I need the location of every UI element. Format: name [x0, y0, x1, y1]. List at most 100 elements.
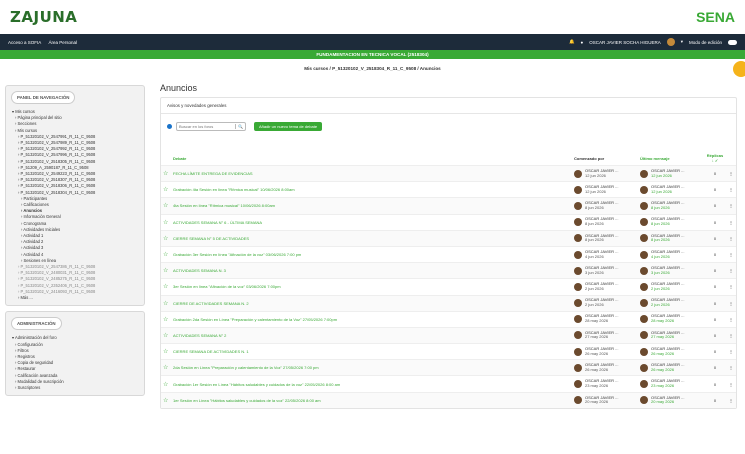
discussion-row[interactable]: ☆ CIERRE SEMANA N° 5 DE ACTIVIDADES OSCAR …: [161, 229, 736, 247]
last-post-date[interactable]: 4 jun 2026: [651, 254, 670, 259]
last-post-date[interactable]: 12 jun 2026: [651, 173, 672, 178]
avatar[interactable]: [640, 331, 648, 340]
discussion-title-text[interactable]: 1er Sesión en Línea "Hábitos saludables …: [173, 398, 321, 403]
discussion-row[interactable]: ☆ 2da Sesión en Línea "Preparación y cale…: [161, 359, 736, 376]
kebab-menu-icon[interactable]: ⋮: [726, 391, 736, 409]
last-post-date[interactable]: 8 jun 2026: [651, 221, 670, 226]
discussion-row[interactable]: ☆ Grabación 1er Sesión en Línea "Hábitos …: [161, 375, 736, 393]
nav-link-sofia[interactable]: Acceso a SOFIA: [8, 40, 41, 45]
nav-link-area-personal[interactable]: Área Personal: [49, 40, 78, 45]
discussion-row[interactable]: ☆ Grabación 2da Sesión en Línea "Preparac…: [161, 310, 736, 328]
kebab-menu-icon[interactable]: ⋮: [726, 262, 736, 279]
nav-tree-item[interactable]: › Más ...: [12, 295, 138, 301]
last-post-date[interactable]: 3 jun 2026: [651, 270, 670, 275]
discussion-row[interactable]: ☆ 3er Sesión en línea "Afinación de la vo…: [161, 278, 736, 295]
kebab-menu-icon[interactable]: ⋮: [726, 326, 736, 344]
avatar[interactable]: [574, 250, 582, 259]
avatar[interactable]: [640, 299, 648, 308]
discussion-title-text[interactable]: ACTIVIDADES SEMANA N° 2: [173, 333, 226, 338]
admin-menu-item[interactable]: › Suscriptores: [12, 385, 138, 391]
discussion-title-text[interactable]: CIERRE SEMANA DE ACTIVIDADES N. 1: [173, 349, 249, 354]
discussion-row[interactable]: ☆ CIERRE DE ACTIVIDADES SEMANA N. 2 OSCAR …: [161, 294, 736, 312]
kebab-menu-icon[interactable]: ⋮: [726, 181, 736, 198]
discussion-title-text[interactable]: 4ta Sesión en línea "Rítmica musical" 10…: [173, 203, 275, 208]
avatar[interactable]: [574, 347, 582, 356]
discussion-row[interactable]: ☆ FECHA LÍMITE ENTREGA DE EVIDENCIAS OSCAR…: [161, 164, 736, 182]
discussion-row[interactable]: ☆ Grabación 3er Sesión en línea "Afinació…: [161, 245, 736, 263]
discussion-row[interactable]: ☆ ACTIVIDADES SEMANA N. 3 OSCAR JAVIER ...…: [161, 262, 736, 279]
star-icon[interactable]: ☆: [161, 245, 171, 263]
search-input[interactable]: Buscar en los foros 🔍: [176, 122, 246, 131]
avatar[interactable]: [640, 363, 648, 372]
kebab-menu-icon[interactable]: ⋮: [726, 359, 736, 376]
avatar[interactable]: [574, 396, 582, 405]
add-discussion-button[interactable]: Añadir un nuevo tema de debate: [254, 122, 323, 131]
last-post-date[interactable]: 8 jun 2026: [651, 237, 670, 242]
search-icon[interactable]: 🔍: [235, 124, 243, 129]
star-icon[interactable]: ☆: [161, 294, 171, 312]
discussion-title-text[interactable]: 2da Sesión en Línea "Preparación y calen…: [173, 365, 319, 370]
star-icon[interactable]: ☆: [161, 326, 171, 344]
discussion-title-text[interactable]: ACTIVIDADES SEMANA N° 6 - ÚLTIMA SEMANA: [173, 220, 262, 225]
last-post-date[interactable]: 23 may 2026: [651, 383, 674, 388]
discussion-title[interactable]: Grabación 4ta Sesión en línea "Rítmica m…: [171, 181, 572, 198]
bell-icon[interactable]: 🔔: [569, 39, 575, 45]
avatar[interactable]: [574, 282, 582, 291]
edit-mode-toggle[interactable]: [728, 39, 737, 45]
discussion-title[interactable]: CIERRE SEMANA DE ACTIVIDADES N. 1: [171, 343, 572, 360]
star-icon[interactable]: ☆: [161, 391, 171, 409]
chat-icon[interactable]: ●: [581, 40, 584, 45]
discussion-title[interactable]: 2da Sesión en Línea "Preparación y calen…: [171, 359, 572, 376]
star-icon[interactable]: ☆: [161, 197, 171, 215]
kebab-menu-icon[interactable]: ⋮: [726, 310, 736, 328]
discussion-title-text[interactable]: 3er Sesión en línea "Afinación de la voz…: [173, 284, 281, 289]
kebab-menu-icon[interactable]: ⋮: [726, 278, 736, 295]
star-icon[interactable]: ☆: [161, 229, 171, 247]
star-icon[interactable]: ☆: [161, 164, 171, 182]
discussion-title[interactable]: Grabación 1er Sesión en Línea "Hábitos s…: [171, 375, 572, 393]
star-icon[interactable]: ☆: [161, 181, 171, 198]
discussion-title[interactable]: CIERRE DE ACTIVIDADES SEMANA N. 2: [171, 294, 572, 312]
discussion-title-text[interactable]: Grabación 1er Sesión en Línea "Hábitos s…: [173, 382, 340, 387]
discussion-title[interactable]: CIERRE SEMANA N° 5 DE ACTIVIDADES: [171, 229, 572, 247]
avatar[interactable]: [640, 396, 648, 405]
discussion-row[interactable]: ☆ CIERRE SEMANA DE ACTIVIDADES N. 1 OSCAR …: [161, 343, 736, 360]
kebab-menu-icon[interactable]: ⋮: [726, 294, 736, 312]
last-post-date[interactable]: 20 may 2026: [651, 399, 674, 405]
last-post-date[interactable]: 27 may 2026: [651, 334, 674, 340]
kebab-menu-icon[interactable]: ⋮: [726, 343, 736, 360]
discussion-title[interactable]: 1er Sesión en Línea "Hábitos saludables …: [171, 391, 572, 409]
col-last-post[interactable]: Último mensaje: [638, 151, 704, 166]
star-icon[interactable]: ☆: [161, 359, 171, 376]
kebab-menu-icon[interactable]: ⋮: [726, 245, 736, 263]
avatar[interactable]: [574, 185, 582, 194]
zajuna-logo[interactable]: ZAJUNA: [10, 8, 77, 26]
avatar[interactable]: [640, 250, 648, 259]
avatar[interactable]: [574, 218, 582, 227]
col-debate[interactable]: Debate: [171, 151, 572, 166]
sort-desc-icon[interactable]: ↓ ✓: [712, 158, 718, 163]
discussion-title-text[interactable]: Grabación 4ta Sesión en línea "Rítmica m…: [173, 187, 295, 192]
kebab-menu-icon[interactable]: ⋮: [726, 213, 736, 231]
avatar[interactable]: [574, 201, 582, 210]
last-post-date[interactable]: 8 jun 2026: [651, 205, 670, 210]
discussion-title[interactable]: Grabación 2da Sesión en Línea "Preparaci…: [171, 310, 572, 328]
discussion-row[interactable]: ☆ 1er Sesión en Línea "Hábitos saludables…: [161, 391, 736, 409]
last-post-date[interactable]: 28 may 2026: [651, 318, 674, 323]
discussion-title[interactable]: Grabación 3er Sesión en línea "Afinación…: [171, 245, 572, 263]
star-icon[interactable]: ☆: [161, 278, 171, 295]
avatar[interactable]: [640, 347, 648, 356]
col-replies[interactable]: Réplicas ↓ ✓: [704, 151, 726, 166]
discussion-title[interactable]: ACTIVIDADES SEMANA N. 3: [171, 262, 572, 279]
col-started-by[interactable]: Comenzado por: [572, 151, 638, 166]
user-name[interactable]: OSCAR JAVIER SOCHA HIGUERA: [589, 40, 660, 45]
chevron-down-icon[interactable]: ▾: [681, 39, 683, 45]
avatar[interactable]: [640, 315, 648, 324]
kebab-menu-icon[interactable]: ⋮: [726, 229, 736, 247]
star-icon[interactable]: ☆: [161, 375, 171, 393]
star-icon[interactable]: ☆: [161, 310, 171, 328]
avatar[interactable]: [640, 201, 648, 210]
avatar[interactable]: [640, 218, 648, 227]
avatar[interactable]: [640, 169, 648, 178]
discussion-title[interactable]: 3er Sesión en línea "Afinación de la voz…: [171, 278, 572, 295]
